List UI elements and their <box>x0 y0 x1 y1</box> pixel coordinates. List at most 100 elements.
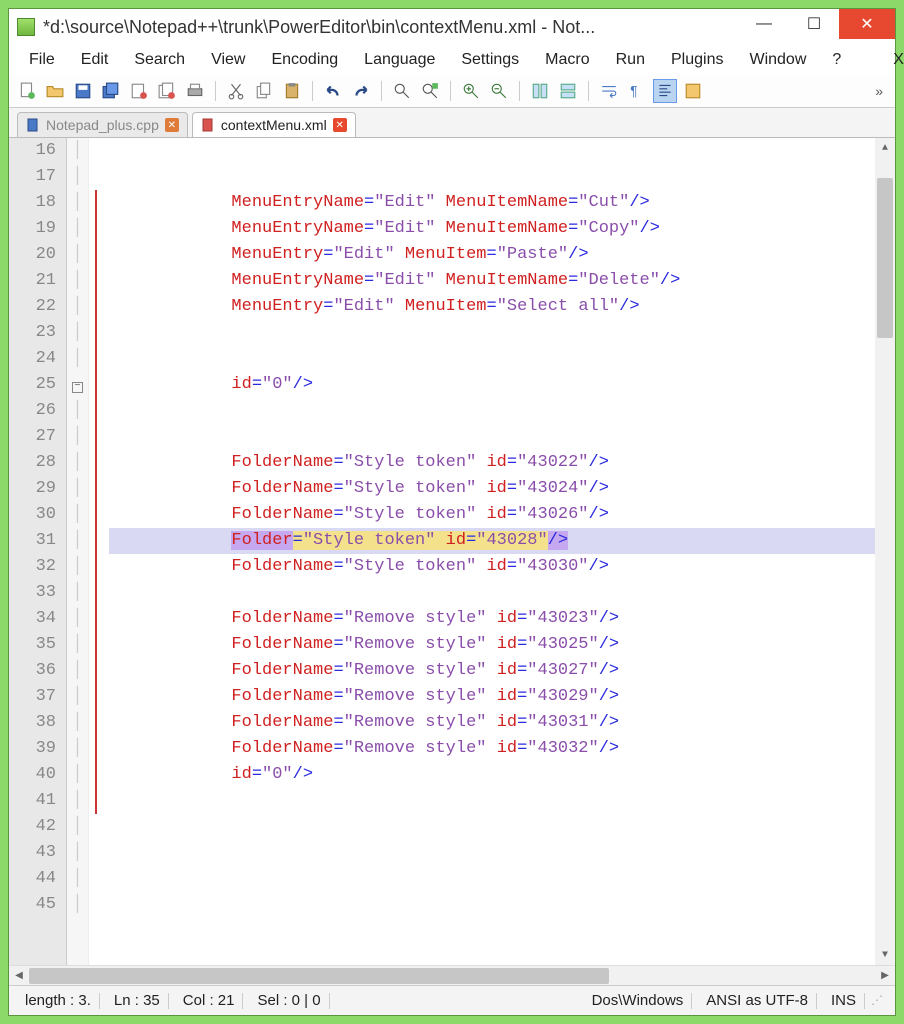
line-number-gutter: 1617181920212223242526272829303132333435… <box>9 138 67 965</box>
paste-icon[interactable] <box>280 79 304 103</box>
status-ln: Ln : 35 <box>106 993 169 1009</box>
code-line[interactable]: id="0"/> <box>109 372 875 398</box>
line-number: 42 <box>9 814 56 840</box>
code-line[interactable] <box>109 788 875 814</box>
line-number: 18 <box>9 190 56 216</box>
zoom-in-icon[interactable] <box>459 79 483 103</box>
user-lang-icon[interactable] <box>681 79 705 103</box>
toolbar-overflow-icon[interactable]: » <box>869 83 889 99</box>
menu-file[interactable]: File <box>19 49 65 71</box>
code-line[interactable] <box>109 346 875 372</box>
cut-icon[interactable] <box>224 79 248 103</box>
copy-icon[interactable] <box>252 79 276 103</box>
menu-help[interactable]: ? <box>822 49 851 71</box>
print-icon[interactable] <box>183 79 207 103</box>
hscroll-thumb[interactable] <box>29 968 609 984</box>
tab-bar: Notepad_plus.cpp ✕ contextMenu.xml ✕ <box>9 108 895 138</box>
code-line[interactable]: FolderName="Remove style" id="43023"/> <box>109 606 875 632</box>
find-icon[interactable] <box>390 79 414 103</box>
scroll-right-icon[interactable]: ▶ <box>875 966 895 985</box>
line-number: 23 <box>9 320 56 346</box>
replace-icon[interactable] <box>418 79 442 103</box>
tab-active[interactable]: contextMenu.xml ✕ <box>192 112 356 137</box>
status-mode: INS <box>823 993 865 1009</box>
menu-window[interactable]: Window <box>739 49 816 71</box>
menu-plugins[interactable]: Plugins <box>661 49 733 71</box>
code-line[interactable]: FolderName="Remove style" id="43025"/> <box>109 632 875 658</box>
code-line[interactable]: FolderName="Style token" id="43022"/> <box>109 450 875 476</box>
menubar: File Edit Search View Encoding Language … <box>9 45 895 75</box>
menu-macro[interactable]: Macro <box>535 49 599 71</box>
indent-guide-icon[interactable] <box>653 79 677 103</box>
sync-hscroll-icon[interactable] <box>556 79 580 103</box>
window-buttons: — ☐ ✕ <box>739 9 895 45</box>
scroll-left-icon[interactable]: ◀ <box>9 966 29 985</box>
word-wrap-icon[interactable] <box>597 79 621 103</box>
save-all-icon[interactable] <box>99 79 123 103</box>
line-number: 24 <box>9 346 56 372</box>
new-file-icon[interactable] <box>15 79 39 103</box>
code-line[interactable]: FolderName="Style token" id="43030"/> <box>109 554 875 580</box>
scroll-down-icon[interactable]: ▼ <box>875 945 895 965</box>
code-line[interactable] <box>109 398 875 424</box>
code-line[interactable] <box>109 580 875 606</box>
resize-grip-icon[interactable]: ⋰ <box>871 993 887 1009</box>
app-icon <box>17 18 35 36</box>
code-line[interactable]: MenuEntryName="Edit" MenuItemName="Copy"… <box>109 216 875 242</box>
menu-language[interactable]: Language <box>354 49 445 71</box>
file-icon <box>26 118 40 132</box>
scroll-up-icon[interactable]: ▲ <box>875 138 895 158</box>
show-all-chars-icon[interactable]: ¶ <box>625 79 649 103</box>
code-line[interactable]: FolderName="Remove style" id="43032"/> <box>109 736 875 762</box>
scroll-thumb[interactable] <box>877 178 893 338</box>
tab-close-icon[interactable]: ✕ <box>165 118 179 132</box>
menu-edit[interactable]: Edit <box>71 49 119 71</box>
menu-run[interactable]: Run <box>606 49 655 71</box>
menu-x[interactable]: X <box>883 49 904 71</box>
tab-label: Notepad_plus.cpp <box>46 117 159 133</box>
minimize-button[interactable]: — <box>739 9 789 39</box>
line-number: 16 <box>9 138 56 164</box>
line-number: 20 <box>9 242 56 268</box>
save-icon[interactable] <box>71 79 95 103</box>
open-file-icon[interactable] <box>43 79 67 103</box>
code-line[interactable]: MenuEntry="Edit" MenuItem="Select all"/> <box>109 294 875 320</box>
code-line[interactable]: MenuEntryName="Edit" MenuItemName="Delet… <box>109 268 875 294</box>
code-line[interactable] <box>109 320 875 346</box>
undo-icon[interactable] <box>321 79 345 103</box>
toolbar: ¶ » <box>9 75 895 108</box>
close-file-icon[interactable] <box>127 79 151 103</box>
menu-settings[interactable]: Settings <box>451 49 529 71</box>
code-line[interactable]: MenuEntryName="Edit" MenuItemName="Cut"/… <box>109 190 875 216</box>
menu-encoding[interactable]: Encoding <box>261 49 348 71</box>
code-line[interactable]: FolderName="Style token" id="43024"/> <box>109 476 875 502</box>
code-area[interactable]: MenuEntryName="Edit" MenuItemName="Cut"/… <box>89 138 875 965</box>
code-line[interactable]: id="0"/> <box>109 762 875 788</box>
menu-search[interactable]: Search <box>124 49 195 71</box>
line-number: 43 <box>9 840 56 866</box>
code-line[interactable]: FolderName="Remove style" id="43029"/> <box>109 684 875 710</box>
sync-vscroll-icon[interactable] <box>528 79 552 103</box>
tab-inactive[interactable]: Notepad_plus.cpp ✕ <box>17 112 188 137</box>
vertical-scrollbar[interactable]: ▲ ▼ <box>875 138 895 965</box>
line-number: 25 <box>9 372 56 398</box>
redo-icon[interactable] <box>349 79 373 103</box>
code-line[interactable]: Folder="Style token" id="43028"/> <box>109 528 875 554</box>
editor[interactable]: 1617181920212223242526272829303132333435… <box>9 138 895 965</box>
zoom-out-icon[interactable] <box>487 79 511 103</box>
close-button[interactable]: ✕ <box>839 9 895 39</box>
menu-view[interactable]: View <box>201 49 255 71</box>
horizontal-scrollbar[interactable]: ◀ ▶ <box>9 965 895 985</box>
maximize-button[interactable]: ☐ <box>789 9 839 39</box>
close-all-icon[interactable] <box>155 79 179 103</box>
code-line[interactable]: FolderName="Style token" id="43026"/> <box>109 502 875 528</box>
line-number: 26 <box>9 398 56 424</box>
code-line[interactable]: FolderName="Remove style" id="43027"/> <box>109 658 875 684</box>
window-title: *d:\source\Notepad++\trunk\PowerEditor\b… <box>43 17 739 38</box>
svg-text:¶: ¶ <box>630 84 637 99</box>
tab-close-icon[interactable]: ✕ <box>333 118 347 132</box>
fold-collapse-icon[interactable]: − <box>72 382 83 393</box>
code-line[interactable]: FolderName="Remove style" id="43031"/> <box>109 710 875 736</box>
code-line[interactable] <box>109 424 875 450</box>
code-line[interactable]: MenuEntry="Edit" MenuItem="Paste"/> <box>109 242 875 268</box>
